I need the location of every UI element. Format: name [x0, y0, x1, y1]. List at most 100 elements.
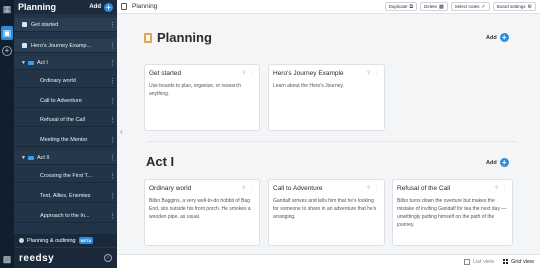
sidebar-list: Get started ⋮ Hero's Journey Examp... ⋮ … — [14, 14, 117, 234]
delete-button[interactable]: Delete ▩ — [420, 2, 448, 11]
top-bar: Planning Duplicate ⧉ Delete ▩ Select not… — [117, 0, 540, 14]
note-card[interactable]: Get started ⚲ ⋮ Use boards to plan, organ… — [144, 64, 260, 131]
add-plus-icon: + — [499, 33, 509, 42]
sidebar-item-label: Approach to the In... — [40, 212, 90, 219]
card-title: Call to Adventure — [273, 185, 323, 192]
check-icon[interactable]: ✓ — [104, 254, 112, 262]
sidebar-item-label: Hero's Journey Examp... — [31, 42, 92, 49]
card-body: Bilbo Baggins, a very well-to-do hobbit … — [149, 198, 251, 220]
pin-icon[interactable]: ⚲ ⋮ — [367, 70, 380, 77]
more-icon[interactable]: ⋮ — [107, 59, 117, 67]
section-title-text: Planning — [157, 30, 212, 45]
planning-board-icon[interactable]: ▣ — [1, 26, 13, 40]
add-board-icon[interactable]: + — [2, 46, 12, 56]
add-note-planning-button[interactable]: Add + — [486, 33, 509, 42]
caret-down-icon[interactable]: ▼ — [21, 60, 26, 66]
sidebar-item-get-started[interactable]: Get started ⋮ — [14, 18, 117, 32]
more-icon[interactable]: ⋮ — [107, 97, 117, 105]
more-icon[interactable]: ⋮ — [107, 192, 117, 200]
card-title: Ordinary world — [149, 185, 192, 192]
app-rail: ▦ ▣ + ▩ — [0, 0, 14, 268]
card-body: Use boards to plan, organize, or researc… — [149, 83, 241, 97]
pin-icon[interactable]: ⚲ ⋮ — [495, 185, 508, 192]
book-icon[interactable]: ▦ — [0, 2, 14, 16]
collapse-sidebar-icon[interactable]: ‹ — [120, 127, 123, 136]
sidebar-section-act-1[interactable]: ▼ Act I ⋮ — [14, 56, 117, 70]
more-icon[interactable]: ⋮ — [107, 77, 117, 85]
copy-icon: ⧉ — [409, 3, 414, 10]
pin-icon[interactable]: ⚲ ⋮ — [242, 185, 255, 192]
planning-icon — [19, 238, 24, 243]
list-view-toggle[interactable]: List view — [463, 258, 495, 265]
sidebar-item-label: Refusal of the Call — [40, 116, 85, 123]
more-icon[interactable]: ⋮ — [107, 116, 117, 124]
sidebar-item-heros-journey[interactable]: Hero's Journey Examp... ⋮ — [14, 39, 117, 53]
board-settings-button[interactable]: Board settings ⚙ — [492, 2, 536, 11]
note-card[interactable]: Call to Adventure ⚲ ⋮ Gandalf arrives and… — [268, 179, 385, 246]
sidebar-section-act-2[interactable]: ▼ Act II ⋮ — [14, 151, 117, 165]
card-title: Hero's Journey Example — [273, 70, 344, 77]
duplicate-label: Duplicate — [388, 4, 408, 9]
more-icon[interactable]: ⋮ — [107, 21, 117, 29]
sidebar-item-label: Get started — [31, 21, 59, 28]
grid-view-toggle[interactable]: Grid view — [502, 259, 534, 265]
card-body: Learn about the Hero's Journey. — [273, 83, 344, 89]
pin-icon[interactable]: ⚲ ⋮ — [242, 70, 255, 77]
check-icon: ✓ — [481, 3, 486, 10]
sidebar: Planning Add + Get started ⋮ Hero's Jour… — [14, 0, 117, 268]
planning-outlining-label: Planning & outlining — [27, 237, 76, 244]
page-title: Planning — [132, 3, 158, 10]
brand-row: reedsy ✓ — [14, 248, 117, 268]
sidebar-item-call-to-adventure[interactable]: Call to Adventure ⋮ — [14, 94, 117, 108]
sidebar-item-tests-allies-enemies[interactable]: Test, Allies, Enemies ⋮ — [14, 189, 117, 203]
trash-icon[interactable]: ▩ — [0, 252, 14, 266]
note-card[interactable]: Hero's Journey Example ⚲ ⋮ Learn about th… — [268, 64, 385, 131]
bottom-bar: List view Grid view — [117, 254, 540, 268]
card-title: Refusal of the Call — [397, 185, 451, 192]
note-card[interactable]: Refusal of the Call ⚲ ⋮ Bilbo turns down … — [392, 179, 513, 246]
sidebar-item-refusal-of-the-call[interactable]: Refusal of the Call ⋮ — [14, 113, 117, 127]
more-icon[interactable]: ⋮ — [107, 212, 117, 220]
section-title-planning: Planning — [144, 30, 212, 45]
select-notes-button[interactable]: Select notes ✓ — [450, 2, 490, 11]
clipboard-icon — [144, 32, 152, 43]
list-view-label: List view — [472, 258, 495, 265]
section-title-act-1: Act I — [146, 154, 174, 169]
sidebar-item-ordinary-world[interactable]: Ordinary world ⋮ — [14, 74, 117, 88]
caret-down-icon[interactable]: ▼ — [21, 155, 26, 161]
sidebar-item-meeting-the-mentor[interactable]: Meeting the Mentor ⋮ — [14, 133, 117, 147]
pin-icon[interactable]: ⚲ ⋮ — [367, 185, 380, 192]
add-label: Add — [486, 159, 497, 166]
board-icon — [22, 43, 27, 48]
section-divider — [147, 141, 517, 142]
folder-icon — [27, 60, 34, 65]
trash-icon: ▩ — [439, 3, 444, 10]
note-card[interactable]: Ordinary world ⚲ ⋮ Bilbo Baggins, a very … — [144, 179, 260, 246]
duplicate-button[interactable]: Duplicate ⧉ — [384, 2, 418, 11]
sidebar-item-label: Call to Adventure — [40, 97, 82, 104]
reedsy-logo: reedsy — [19, 252, 55, 264]
more-icon[interactable]: ⋮ — [107, 172, 117, 180]
folder-icon — [27, 155, 34, 160]
more-icon[interactable]: ⋮ — [107, 136, 117, 144]
select-notes-label: Select notes — [454, 4, 480, 9]
more-icon[interactable]: ⋮ — [107, 42, 117, 50]
section-title-text: Act I — [146, 154, 175, 169]
sidebar-add-plus-icon[interactable]: + — [104, 2, 113, 12]
planning-outlining-link[interactable]: Planning & outlining BETA — [14, 234, 117, 248]
sidebar-footer: Planning & outlining BETA reedsy ✓ — [14, 234, 117, 268]
sidebar-item-label: Meeting the Mentor — [40, 136, 88, 143]
beta-badge: BETA — [78, 237, 94, 244]
board-canvas: ‹ Planning Add + Get started ⚲ ⋮ Use boar… — [117, 14, 540, 254]
add-label: Add — [486, 34, 497, 41]
sidebar-item-crossing-the-first-threshold[interactable]: Crossing the First T... ⋮ — [14, 169, 117, 183]
more-icon[interactable]: ⋮ — [107, 154, 117, 162]
sidebar-header: Planning Add + — [14, 0, 117, 14]
document-icon — [121, 3, 127, 10]
sidebar-item-label: Test, Allies, Enemies — [40, 192, 91, 199]
sidebar-item-approach[interactable]: Approach to the In... ⋮ — [14, 209, 117, 223]
card-body: Gandalf arrives and tells him that he's … — [273, 198, 377, 220]
sidebar-add-label[interactable]: Add — [89, 4, 101, 10]
add-note-act1-button[interactable]: Add + — [486, 158, 509, 167]
card-body: Bilbo turns down the overture but makes … — [397, 198, 507, 228]
